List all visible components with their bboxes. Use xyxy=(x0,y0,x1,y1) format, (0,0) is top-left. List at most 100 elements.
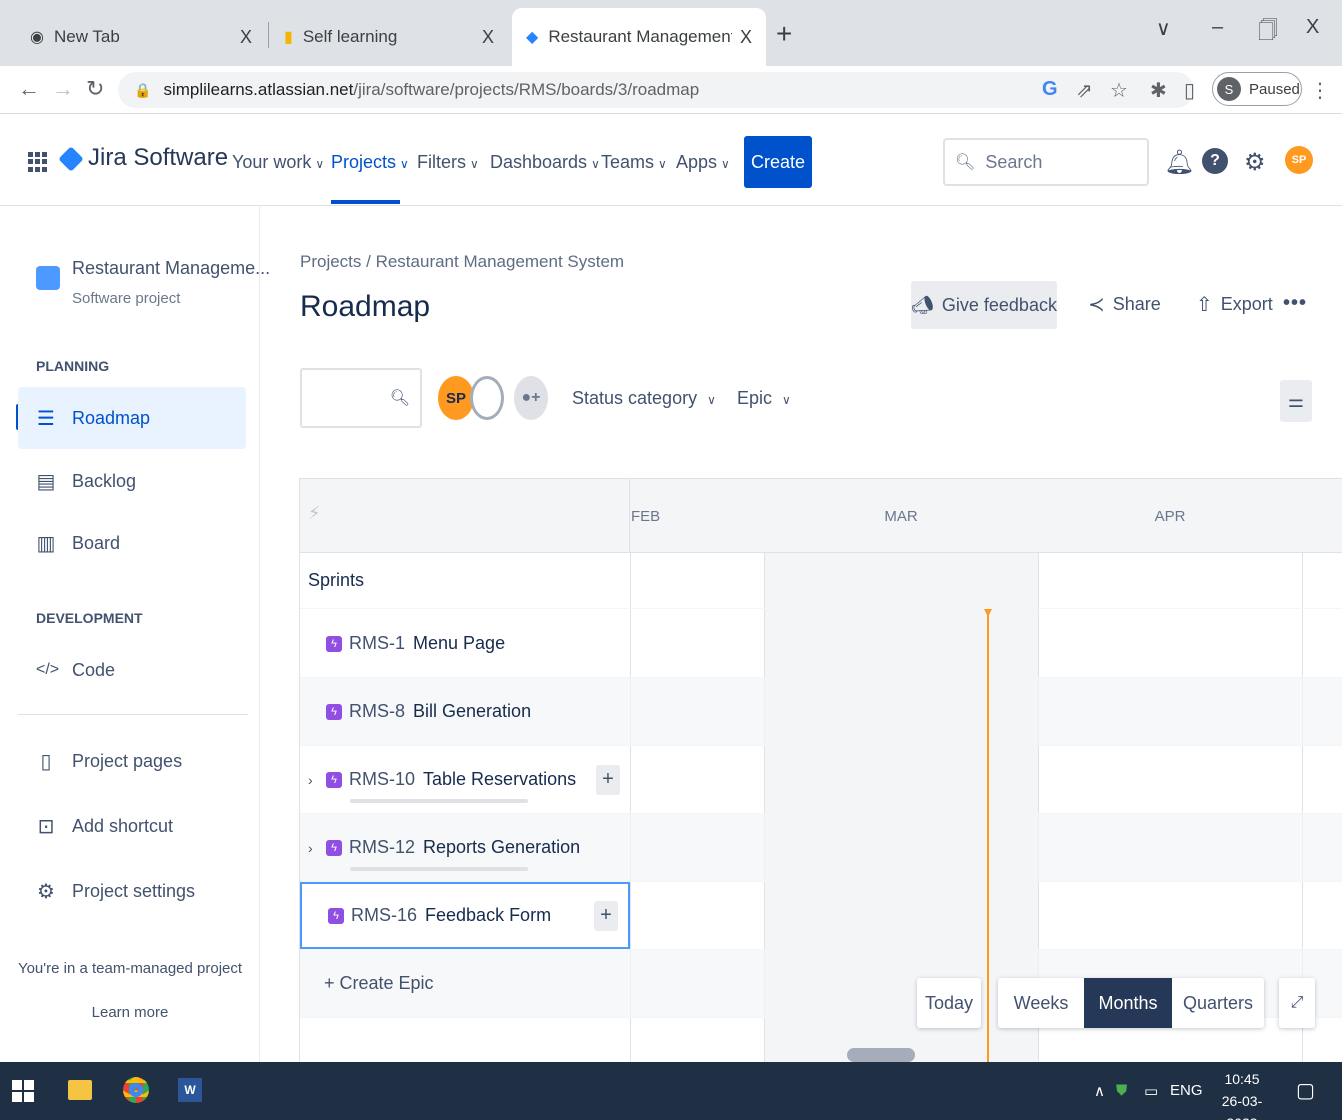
nav-dashboards[interactable]: Dashboards ∨ xyxy=(490,152,600,173)
tab-search-icon[interactable]: ∨ xyxy=(1156,16,1171,41)
browser-tab-new-tab[interactable]: ◉ New Tab X xyxy=(16,8,266,66)
tab-close-button[interactable]: X xyxy=(740,27,752,48)
share-page-icon[interactable]: ⇗ xyxy=(1076,78,1093,103)
browser-tab-restaurant[interactable]: ◆ Restaurant Management System X xyxy=(512,8,766,66)
scale-quarters[interactable]: Quarters xyxy=(1172,978,1264,1028)
sidebar-item-add-shortcut[interactable]: ⊡ Add shortcut xyxy=(18,795,246,857)
search-input[interactable]: 🔍︎ Search xyxy=(943,138,1149,186)
scale-weeks[interactable]: Weeks xyxy=(998,978,1084,1028)
today-button[interactable]: Today xyxy=(917,978,981,1028)
windows-start-icon[interactable] xyxy=(12,1080,34,1102)
browser-tab-self-learning[interactable]: ▮ Self learning X xyxy=(270,8,508,66)
add-child-issue-button[interactable]: + xyxy=(596,764,620,795)
chrome-taskbar-icon[interactable] xyxy=(122,1076,150,1104)
fullscreen-button[interactable]: ⤢ xyxy=(1279,978,1315,1028)
nav-your-work[interactable]: Your work ∨ xyxy=(232,152,324,173)
epic-row[interactable]: ϟ RMS-1 Menu Page xyxy=(300,610,1342,678)
share-icon: ≺ xyxy=(1088,294,1105,316)
epic-row[interactable]: › ϟ RMS-12 Reports Generation xyxy=(300,814,1342,882)
epic-row[interactable]: ϟ RMS-16 Feedback Form + xyxy=(300,882,1342,950)
app-switcher-icon[interactable] xyxy=(28,152,48,172)
assignee-avatar-filter[interactable]: SP xyxy=(438,376,474,420)
sidebar-item-board[interactable]: ▥ Board xyxy=(18,512,246,574)
create-epic-row-label[interactable]: + Create Epic xyxy=(300,950,630,1017)
sidebar-item-code[interactable]: </> Code xyxy=(18,639,246,701)
unassigned-avatar-filter[interactable] xyxy=(470,376,504,420)
nav-label: Filters xyxy=(417,152,466,172)
epic-title[interactable]: RMS-1 Menu Page xyxy=(349,633,505,654)
give-feedback-button[interactable]: 📣︎ Give feedback xyxy=(911,281,1057,329)
user-avatar[interactable]: SP xyxy=(1285,146,1313,174)
epic-title[interactable]: RMS-8 Bill Generation xyxy=(349,701,531,722)
tab-close-button[interactable]: X xyxy=(240,27,252,48)
roadmap-search-input[interactable]: 🔍︎ xyxy=(300,368,422,428)
nav-projects[interactable]: Projects ∨ xyxy=(331,152,409,173)
sidebar-item-project-settings[interactable]: ⚙ Project settings xyxy=(18,860,246,922)
chevron-right-icon[interactable]: › xyxy=(308,772,313,788)
epic-row-label[interactable]: ϟ RMS-1 Menu Page xyxy=(300,610,630,677)
epic-row[interactable]: ϟ RMS-8 Bill Generation xyxy=(300,678,1342,746)
product-name[interactable]: Jira Software xyxy=(88,144,228,172)
back-icon[interactable]: ← xyxy=(18,76,40,102)
notifications-center-icon[interactable]: ▢ xyxy=(1296,1078,1315,1103)
tab-close-button[interactable]: X xyxy=(482,27,494,48)
word-icon[interactable]: W xyxy=(176,1076,204,1104)
url-field[interactable]: 🔒 simplilearns.atlassian.net/jira/softwa… xyxy=(118,72,1194,108)
create-button[interactable]: Create xyxy=(744,136,812,188)
clock[interactable]: 10:45 26-03-2023 xyxy=(1210,1068,1274,1120)
epic-row-label[interactable]: › ϟ RMS-10 Table Reservations + xyxy=(300,746,630,813)
sidebar-item-roadmap[interactable]: ☰ Roadmap xyxy=(18,387,246,449)
language-indicator[interactable]: ENG xyxy=(1170,1082,1203,1099)
create-epic-button[interactable]: + Create Epic xyxy=(324,973,434,994)
scale-months[interactable]: Months xyxy=(1084,978,1172,1028)
file-explorer-icon[interactable] xyxy=(66,1076,94,1104)
add-shortcut-icon: ⊡ xyxy=(37,815,55,838)
network-icon[interactable]: ▭ xyxy=(1144,1082,1158,1100)
new-tab-button[interactable]: + xyxy=(776,18,792,50)
bookmark-star-icon[interactable]: ☆ xyxy=(1110,78,1128,103)
nav-filters[interactable]: Filters ∨ xyxy=(417,152,479,173)
epic-row-label[interactable]: › ϟ RMS-12 Reports Generation xyxy=(300,814,630,881)
sprints-label: Sprints xyxy=(308,570,365,590)
sidebar-item-backlog[interactable]: ▤ Backlog xyxy=(18,450,246,512)
share-button[interactable]: ≺ Share xyxy=(1088,292,1161,317)
epic-row-label[interactable]: ϟ RMS-8 Bill Generation xyxy=(300,678,630,745)
epic-title[interactable]: RMS-16 Feedback Form xyxy=(351,905,551,926)
add-child-issue-button[interactable]: + xyxy=(594,900,618,931)
security-shield-icon[interactable]: ⛊ xyxy=(1116,1082,1127,1099)
export-button[interactable]: ⇧ Export xyxy=(1196,292,1273,317)
extensions-icon[interactable]: ✱ xyxy=(1150,78,1167,103)
sidebar-item-project-pages[interactable]: ▯ Project pages xyxy=(18,730,246,792)
forward-icon[interactable]: → xyxy=(52,76,74,102)
view-settings-button[interactable]: ⚌ xyxy=(1280,380,1312,422)
add-people-icon[interactable]: ●+ xyxy=(514,376,548,420)
side-panel-icon[interactable]: ▯ xyxy=(1184,78,1195,103)
horizontal-scrollbar[interactable] xyxy=(847,1048,915,1062)
settings-gear-icon[interactable]: ⚙ xyxy=(1244,148,1266,177)
backlog-icon: ▤ xyxy=(36,470,56,493)
epic-dropdown[interactable]: Epic ∨ xyxy=(737,388,791,409)
notifications-icon[interactable]: 🔔︎ xyxy=(1164,148,1194,177)
epic-row-label-selected[interactable]: ϟ RMS-16 Feedback Form + xyxy=(300,882,630,949)
status-category-dropdown[interactable]: Status category ∨ xyxy=(572,388,716,409)
project-avatar-icon xyxy=(36,266,60,290)
show-hidden-icons[interactable]: ∧ xyxy=(1094,1082,1105,1100)
minimize-icon[interactable]: – xyxy=(1212,16,1223,39)
restore-icon[interactable]: 🗍 xyxy=(1258,16,1278,50)
nav-teams[interactable]: Teams ∨ xyxy=(601,152,667,173)
profile-button[interactable]: S Paused xyxy=(1212,72,1302,106)
help-icon[interactable]: ? xyxy=(1202,148,1228,174)
reload-icon[interactable]: ↻ xyxy=(86,76,104,102)
chevron-right-icon[interactable]: › xyxy=(308,840,313,856)
nav-apps[interactable]: Apps ∨ xyxy=(676,152,730,173)
epic-title[interactable]: RMS-12 Reports Generation xyxy=(349,837,580,858)
project-name[interactable]: Restaurant Manageme... xyxy=(72,258,270,279)
close-window-icon[interactable]: X xyxy=(1306,16,1319,39)
chrome-menu-icon[interactable]: ⋮ xyxy=(1310,78,1330,103)
breadcrumb[interactable]: Projects / Restaurant Management System xyxy=(300,252,624,272)
epic-row[interactable]: › ϟ RMS-10 Table Reservations + xyxy=(300,746,1342,814)
epic-title[interactable]: RMS-10 Table Reservations xyxy=(349,769,576,790)
learn-more-link[interactable]: Learn more xyxy=(0,1004,260,1021)
more-actions-button[interactable]: ••• xyxy=(1283,292,1307,315)
google-icon[interactable]: G xyxy=(1042,78,1058,101)
